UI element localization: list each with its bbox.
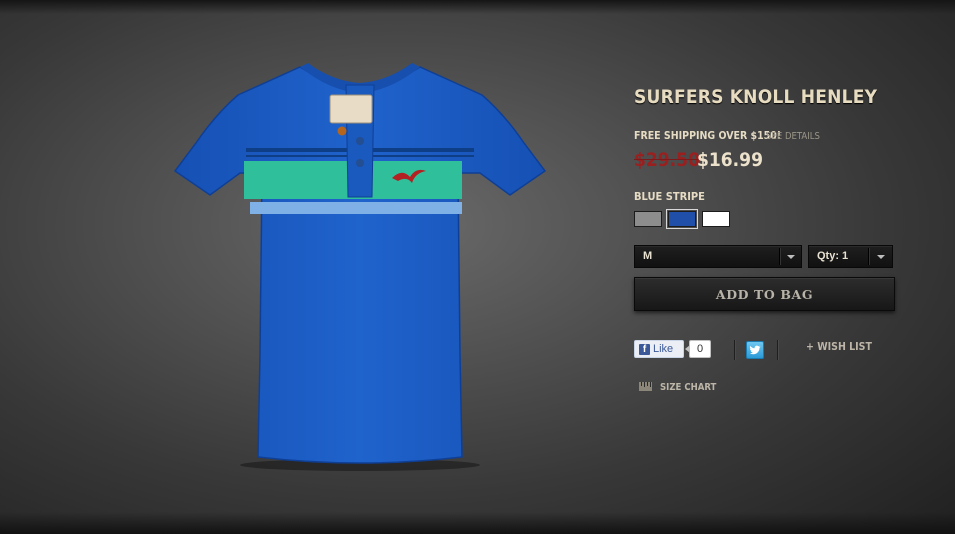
swatch-white[interactable]: [702, 211, 730, 227]
light-blue-stripe: [250, 202, 462, 214]
button-2: [356, 159, 364, 167]
divider: [777, 340, 778, 360]
ruler-icon: [639, 382, 652, 391]
facebook-like-count: 0: [685, 340, 711, 358]
sale-price: $16.99: [697, 149, 763, 171]
twitter-button[interactable]: [746, 341, 764, 359]
see-details-link[interactable]: SEE DETAILS: [766, 131, 820, 142]
twitter-icon: [749, 345, 761, 355]
original-price: $29.50: [634, 149, 700, 171]
swatch-grey[interactable]: [634, 211, 662, 227]
quantity-select[interactable]: Qty: 1: [808, 245, 893, 268]
bottom-edge: [0, 512, 955, 534]
quantity-select-value: Qty: 1: [817, 250, 849, 262]
facebook-icon: f: [639, 344, 650, 355]
wish-list-link[interactable]: + WISH LIST: [806, 341, 872, 353]
neck-label: [329, 94, 373, 124]
size-select-value: M: [643, 250, 653, 262]
chevron-down-icon: [877, 255, 885, 259]
divider: [734, 340, 735, 360]
selected-color-name: BLUE STRIPE: [634, 190, 705, 203]
swatch-blue[interactable]: [666, 209, 698, 229]
chevron-down-icon: [787, 255, 795, 259]
free-shipping-text: FREE SHIPPING OVER $150!: [634, 130, 782, 142]
size-chart-label: SIZE CHART: [660, 382, 717, 393]
facebook-like-button[interactable]: f Like: [634, 340, 684, 358]
add-to-bag-label: ADD TO BAG: [715, 287, 814, 302]
top-edge: [0, 0, 955, 14]
add-to-bag-button[interactable]: ADD TO BAG: [634, 277, 895, 311]
size-chart-link[interactable]: SIZE CHART: [639, 382, 716, 393]
size-select[interactable]: M: [634, 245, 802, 268]
facebook-like-label: Like: [653, 343, 674, 355]
product-title: SURFERS KNOLL HENLEY: [634, 86, 878, 108]
product-image: [173, 63, 547, 471]
button-1: [356, 137, 364, 145]
